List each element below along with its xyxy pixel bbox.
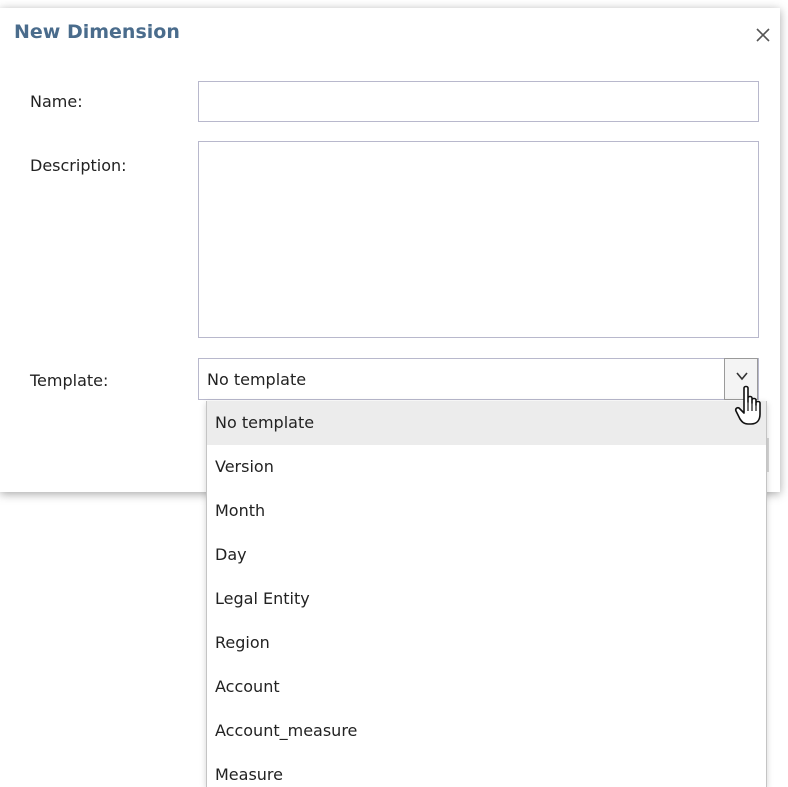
dropdown-item-account[interactable]: Account (207, 665, 766, 709)
template-dropdown-list: No template Version Month Day Legal Enti… (206, 401, 767, 787)
description-label: Description: (30, 156, 127, 175)
dropdown-item-account-measure[interactable]: Account_measure (207, 709, 766, 753)
dropdown-item-month[interactable]: Month (207, 489, 766, 533)
screen: New Dimension Name: Description: Templat… (0, 0, 788, 787)
dropdown-item-day[interactable]: Day (207, 533, 766, 577)
chevron-down-icon (736, 372, 748, 381)
template-dropdown-button[interactable] (724, 358, 758, 400)
template-label: Template: (30, 371, 109, 390)
name-input[interactable] (198, 81, 759, 122)
template-select-value: No template (207, 370, 307, 389)
close-button[interactable] (752, 24, 774, 46)
dialog-title: New Dimension (14, 21, 180, 43)
close-icon (756, 28, 770, 42)
dropdown-item-legal-entity[interactable]: Legal Entity (207, 577, 766, 621)
dropdown-item-region[interactable]: Region (207, 621, 766, 665)
dropdown-item-version[interactable]: Version (207, 445, 766, 489)
name-label: Name: (30, 92, 83, 111)
template-select[interactable]: No template (198, 358, 759, 400)
description-textarea[interactable] (198, 141, 759, 338)
dropdown-item-measure[interactable]: Measure (207, 753, 766, 787)
dropdown-item-no-template[interactable]: No template (207, 401, 766, 445)
